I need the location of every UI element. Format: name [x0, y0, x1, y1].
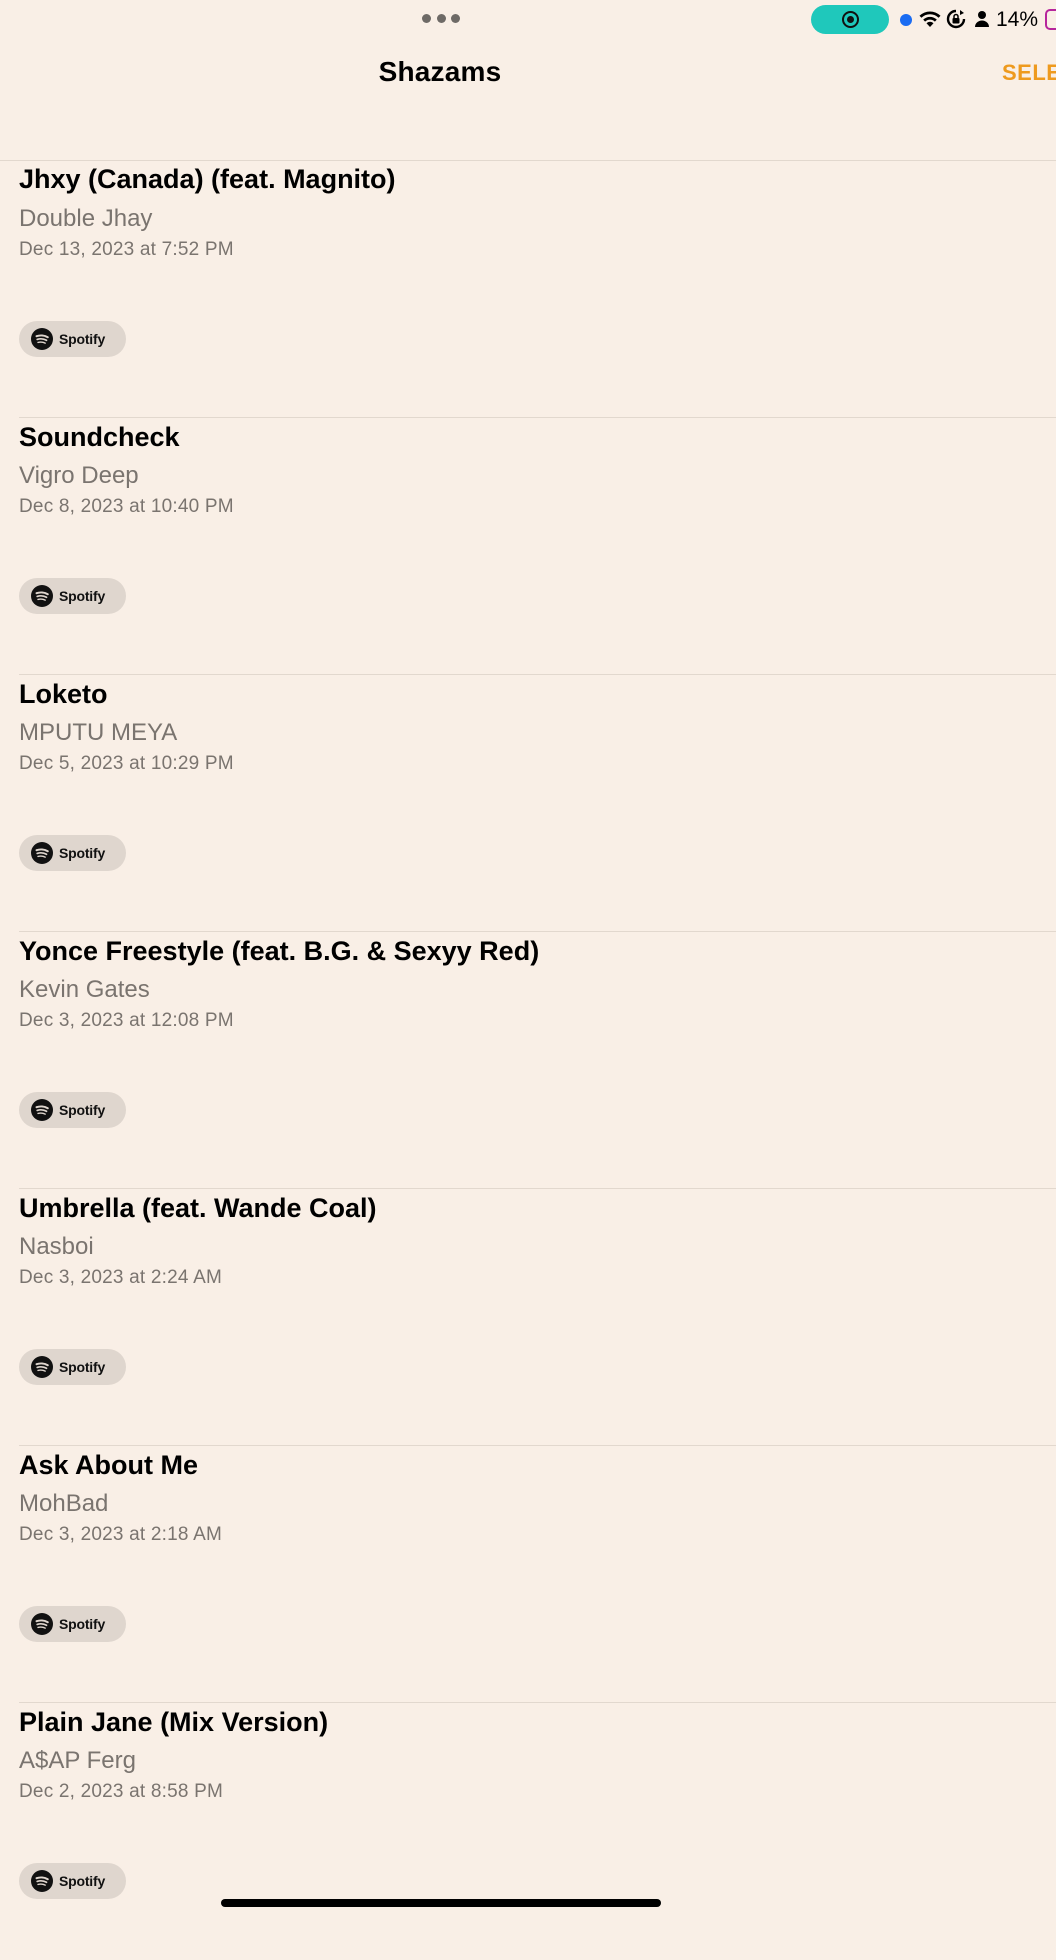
shazam-date: Dec 3, 2023 at 2:24 AM [19, 1267, 222, 1288]
spotify-button[interactable]: Spotify [19, 1863, 126, 1899]
song-title: Soundcheck [19, 422, 180, 452]
list-item[interactable]: Yonce Freestyle (feat. B.G. & Sexyy Red)… [0, 932, 1056, 1189]
song-title: Plain Jane (Mix Version) [19, 1707, 329, 1737]
list-item[interactable]: Jhxy (Canada) (feat. Magnito) Double Jha… [0, 161, 1056, 418]
spotify-label: Spotify [59, 331, 106, 347]
shazam-date: Dec 3, 2023 at 2:18 AM [19, 1524, 222, 1545]
spotify-button[interactable]: Spotify [19, 835, 126, 871]
spotify-icon [31, 842, 53, 864]
artist-name: A$AP Ferg [19, 1747, 136, 1774]
list-item[interactable]: Plain Jane (Mix Version) A$AP Ferg Dec 2… [0, 1703, 1056, 1960]
spotify-label: Spotify [59, 1102, 106, 1118]
spotify-label: Spotify [59, 1359, 106, 1375]
status-bar: 14% [0, 0, 1056, 40]
page-title: Shazams [378, 56, 502, 87]
spotify-label: Spotify [59, 845, 106, 861]
battery-icon [1045, 9, 1056, 30]
song-title: Ask About Me [19, 1450, 199, 1480]
artist-name: Nasboi [19, 1233, 94, 1260]
spotify-icon [31, 1613, 53, 1635]
wifi-icon [919, 11, 941, 27]
screen-recording-indicator[interactable] [811, 5, 889, 34]
list-item[interactable]: Umbrella (feat. Wande Coal) Nasboi Dec 3… [0, 1189, 1056, 1446]
shazam-date: Dec 5, 2023 at 10:29 PM [19, 753, 234, 774]
song-title: Umbrella (feat. Wande Coal) [19, 1193, 377, 1223]
multitasking-dots-icon[interactable] [422, 13, 460, 23]
spotify-button[interactable]: Spotify [19, 578, 126, 614]
spotify-button[interactable]: Spotify [19, 1606, 126, 1642]
shazam-date: Dec 3, 2023 at 12:08 PM [19, 1010, 234, 1031]
spotify-button[interactable]: Spotify [19, 1092, 126, 1128]
spotify-label: Spotify [59, 1873, 106, 1889]
spotify-icon [31, 1099, 53, 1121]
shazam-date: Dec 8, 2023 at 10:40 PM [19, 496, 234, 517]
rotation-lock-icon [946, 9, 966, 29]
battery-percentage: 14% [996, 8, 1039, 31]
person-icon [975, 11, 989, 27]
spotify-button[interactable]: Spotify [19, 321, 126, 357]
spotify-icon [31, 1356, 53, 1378]
spotify-label: Spotify [59, 588, 106, 604]
spotify-button[interactable]: Spotify [19, 1349, 126, 1385]
spotify-icon [31, 585, 53, 607]
location-dot-icon [900, 14, 912, 26]
song-title: Loketo [19, 679, 108, 709]
shazam-date: Dec 2, 2023 at 8:58 PM [19, 1781, 224, 1802]
home-indicator[interactable] [221, 1899, 661, 1907]
artist-name: Vigro Deep [19, 462, 139, 489]
list-item[interactable]: Ask About Me MohBad Dec 3, 2023 at 2:18 … [0, 1446, 1056, 1703]
song-title: Yonce Freestyle (feat. B.G. & Sexyy Red) [19, 936, 540, 966]
shazam-date: Dec 13, 2023 at 7:52 PM [19, 239, 234, 260]
spotify-icon [31, 328, 53, 350]
artist-name: Kevin Gates [19, 976, 150, 1003]
spotify-icon [31, 1870, 53, 1892]
select-button[interactable]: SELE [1002, 60, 1056, 86]
spotify-label: Spotify [59, 1616, 106, 1632]
song-title: Jhxy (Canada) (feat. Magnito) [19, 164, 396, 194]
shazam-list: Jhxy (Canada) (feat. Magnito) Double Jha… [0, 161, 1056, 1960]
artist-name: MPUTU MEYA [19, 719, 178, 746]
list-item[interactable]: Soundcheck Vigro Deep Dec 8, 2023 at 10:… [0, 418, 1056, 675]
artist-name: Double Jhay [19, 205, 153, 232]
artist-name: MohBad [19, 1490, 109, 1517]
list-item[interactable]: Loketo MPUTU MEYA Dec 5, 2023 at 10:29 P… [0, 675, 1056, 932]
